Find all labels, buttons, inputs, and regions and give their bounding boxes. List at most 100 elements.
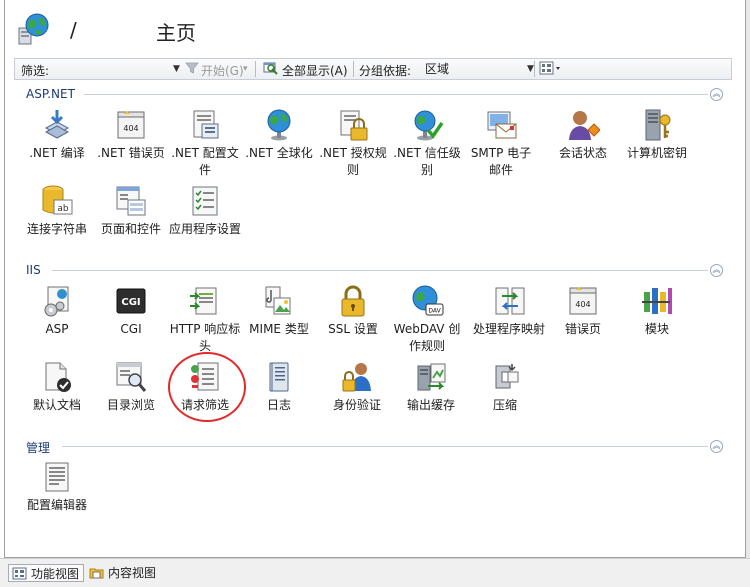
feature-ssl-settings[interactable]: SSL 设置 [316,284,390,338]
go-dropdown-arrow-icon[interactable]: ▾ [243,64,248,74]
ssl-settings-icon [341,285,365,317]
feature-handler-mappings[interactable]: 处理程序映射 [472,284,546,338]
content-view-icon [89,568,104,579]
show-all-icon [263,62,278,75]
go-button[interactable]: 开始(G) [201,62,244,79]
collapse-management-icon[interactable]: ︽ [710,440,723,453]
view-grid-icon [539,61,560,75]
feature-net-globalization[interactable]: .NET 全球化 [242,108,316,162]
toolbar-separator [534,61,535,77]
feature-modules[interactable]: 模块 [620,284,694,338]
svg-text:DAV: DAV [428,308,441,315]
funnel-icon [185,62,199,74]
section-iis-header: IIS [26,263,41,277]
compression-icon [495,364,519,389]
filter-dropdown-arrow-icon[interactable]: ▼ [173,64,180,74]
group-by-dropdown-arrow-icon[interactable]: ▼ [527,64,534,74]
svg-text:404: 404 [575,300,590,309]
section-aspnet-header: ASP.NET [26,87,75,101]
http-response-headers-icon [190,287,217,315]
asp-icon [44,286,69,317]
feature-output-caching[interactable]: 输出缓存 [394,360,468,414]
tab-content-view-label: 内容视图 [108,566,157,580]
feature-configuration-editor[interactable]: 配置编辑器 [20,460,94,514]
section-divider [84,94,708,95]
feature-net-authorization[interactable]: .NET 授权规则 [316,108,390,179]
logging-icon [269,362,289,392]
net-profile-icon [193,110,219,139]
authentication-icon [342,363,371,392]
group-by-label: 分组依据: [359,64,412,78]
filter-input[interactable] [55,60,181,80]
feature-logging[interactable]: 日志 [242,360,316,414]
page-header: / 主页 [16,12,716,52]
feature-net-compile[interactable]: .NET 编译 [20,108,94,162]
section-divider [52,270,708,271]
feature-session-state[interactable]: 会话状态 [546,108,620,162]
feature-webdav[interactable]: DAV WebDAV 创作规则 [390,284,464,355]
handler-mappings-icon [495,287,525,315]
feature-directory-browsing[interactable]: 目录浏览 [94,360,168,414]
mime-types-icon [265,286,291,315]
feature-compression[interactable]: 压缩 [468,360,542,414]
svg-text:404: 404 [123,124,138,133]
page-title: 主页 [156,21,196,45]
net-compile-icon [44,110,70,139]
feature-error-pages[interactable]: 404 错误页 [546,284,620,338]
error-pages-icon: 404 [569,287,597,315]
feature-cgi[interactable]: CGI CGI [94,284,168,338]
svg-text:CGI: CGI [121,297,140,308]
tab-features-view-label: 功能视图 [31,567,80,581]
filter-toolbar: 筛选: ▼ 开始(G) ▾ 全部显示(A) 分组依据: 区域 ▼ [14,58,732,80]
view-mode-button[interactable] [539,60,563,79]
output-caching-icon [417,363,446,391]
net-trust-levels-icon [414,110,444,141]
feature-default-document[interactable]: 默认文档 [20,360,94,414]
smtp-email-icon [487,111,517,139]
net-error-pages-icon: 404 [117,111,145,139]
feature-net-trust-levels[interactable]: .NET 信任级别 [390,108,464,179]
tab-features-view[interactable]: 功能视图 [8,564,85,582]
breadcrumb: / [70,18,77,42]
highlight-circle [168,352,246,422]
scrollbar-gutter [746,0,750,558]
feature-asp[interactable]: ASP [20,284,94,338]
net-globalization-icon [267,109,291,141]
feature-machine-key[interactable]: 计算机密钥 [620,108,694,162]
show-all-button[interactable]: 全部显示(A) [282,62,348,79]
collapse-aspnet-icon[interactable]: ︽ [710,88,723,101]
collapse-iis-icon[interactable]: ︽ [710,264,723,277]
feature-smtp-email[interactable]: SMTP 电子邮件 [464,108,538,179]
configuration-editor-icon [45,462,69,492]
group-by-select[interactable]: 区域 [421,60,539,78]
main-panel [4,0,746,558]
feature-pages-controls[interactable]: 页面和控件 [94,184,168,238]
svg-text:ab: ab [57,204,69,214]
section-management-header: 管理 [26,441,51,455]
view-switcher-bar: 功能视图 内容视图 [0,558,750,587]
filter-label: 筛选: [21,64,50,78]
section-divider [62,446,708,447]
cgi-icon: CGI [116,288,146,314]
toolbar-separator [353,61,354,77]
connection-strings-icon: ab [42,185,73,215]
feature-http-response-headers[interactable]: HTTP 响应标头 [168,284,242,355]
webdav-icon: DAV [412,285,444,316]
machine-key-icon [645,109,671,141]
pages-controls-icon [116,186,146,216]
feature-app-settings[interactable]: 应用程序设置 [168,184,242,238]
feature-net-error-pages[interactable]: 404 .NET 错误页 [94,108,168,162]
app-settings-icon [192,186,218,216]
server-globe-icon [18,13,49,45]
tab-content-view[interactable]: 内容视图 [86,564,160,582]
feature-authentication[interactable]: 身份验证 [320,360,394,414]
directory-browsing-icon [116,362,147,392]
feature-connection-strings[interactable]: ab 连接字符串 [20,184,94,238]
feature-mime-types[interactable]: MIME 类型 [242,284,316,338]
net-authorization-icon [340,110,368,141]
feature-net-profile[interactable]: .NET 配置文件 [168,108,242,179]
features-view-icon [12,567,27,580]
default-document-icon [45,362,71,392]
toolbar-separator [255,61,256,77]
session-state-icon [569,111,600,140]
